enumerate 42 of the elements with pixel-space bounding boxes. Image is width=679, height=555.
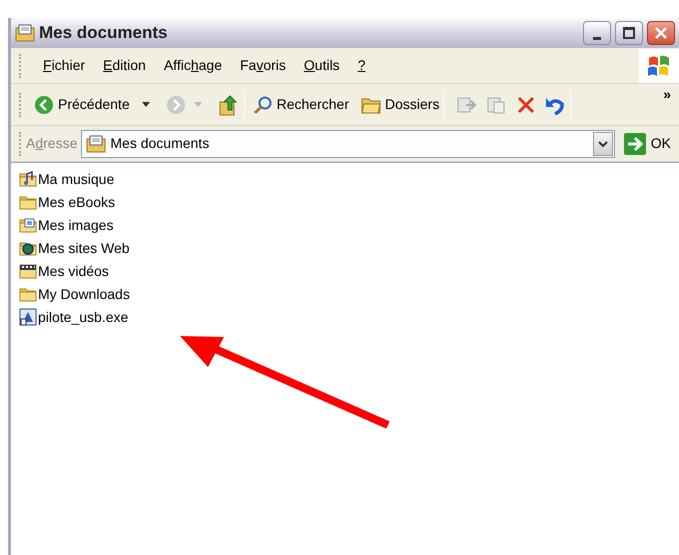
back-button[interactable]: Précédente	[34, 94, 130, 115]
folder-icon	[19, 286, 37, 302]
file-item[interactable]: Mes eBooks	[19, 192, 116, 212]
file-item[interactable]: pilote_usb.exe	[19, 307, 128, 327]
close-button[interactable]	[647, 21, 675, 45]
pictures-folder-icon	[19, 217, 37, 233]
file-item[interactable]: My Downloads	[19, 284, 130, 304]
search-button[interactable]: Rechercher	[252, 94, 349, 115]
menu-item[interactable]: Affichage	[154, 51, 231, 80]
menu-item[interactable]: ?	[348, 51, 374, 80]
documents-icon	[86, 134, 106, 152]
address-field[interactable]: Mes documents	[81, 130, 615, 158]
dropdown-button[interactable]	[592, 132, 613, 156]
more-button[interactable]: »	[663, 84, 671, 105]
window-title: Mes documents	[39, 22, 168, 44]
menu-item[interactable]: Fichier	[34, 51, 94, 80]
folders-button[interactable]: Dossiers	[360, 94, 440, 115]
menu-item[interactable]: Edition	[94, 51, 155, 80]
folder-up-icon[interactable]	[218, 94, 240, 116]
flag-logo-icon	[647, 54, 671, 76]
program-icon	[19, 308, 37, 326]
magnifier-icon	[252, 94, 273, 114]
dropdown-caret-icon[interactable]	[142, 102, 150, 107]
folder-icon	[360, 96, 381, 114]
file-item[interactable]: Mes vidéos	[19, 261, 109, 281]
film-folder-icon	[19, 263, 37, 279]
folder-icon	[19, 194, 37, 210]
web-folder-icon	[19, 240, 37, 256]
maximize-button[interactable]	[615, 21, 643, 45]
go-button[interactable]: OK	[622, 132, 671, 156]
address-label: Adresse	[26, 134, 78, 153]
delete-icon[interactable]	[516, 94, 536, 114]
chevron-down-icon	[598, 140, 608, 146]
documents-icon	[15, 24, 35, 42]
file-item[interactable]: Ma musique	[19, 169, 114, 189]
file-item[interactable]: Mes sites Web	[19, 238, 130, 258]
file-item[interactable]: Mes images	[19, 215, 114, 235]
minimize-button[interactable]	[583, 21, 611, 45]
close-icon	[654, 26, 668, 40]
menu-item[interactable]: Outils	[294, 51, 349, 80]
menu-item[interactable]: Favoris	[230, 51, 295, 80]
music-folder-icon	[19, 171, 37, 187]
